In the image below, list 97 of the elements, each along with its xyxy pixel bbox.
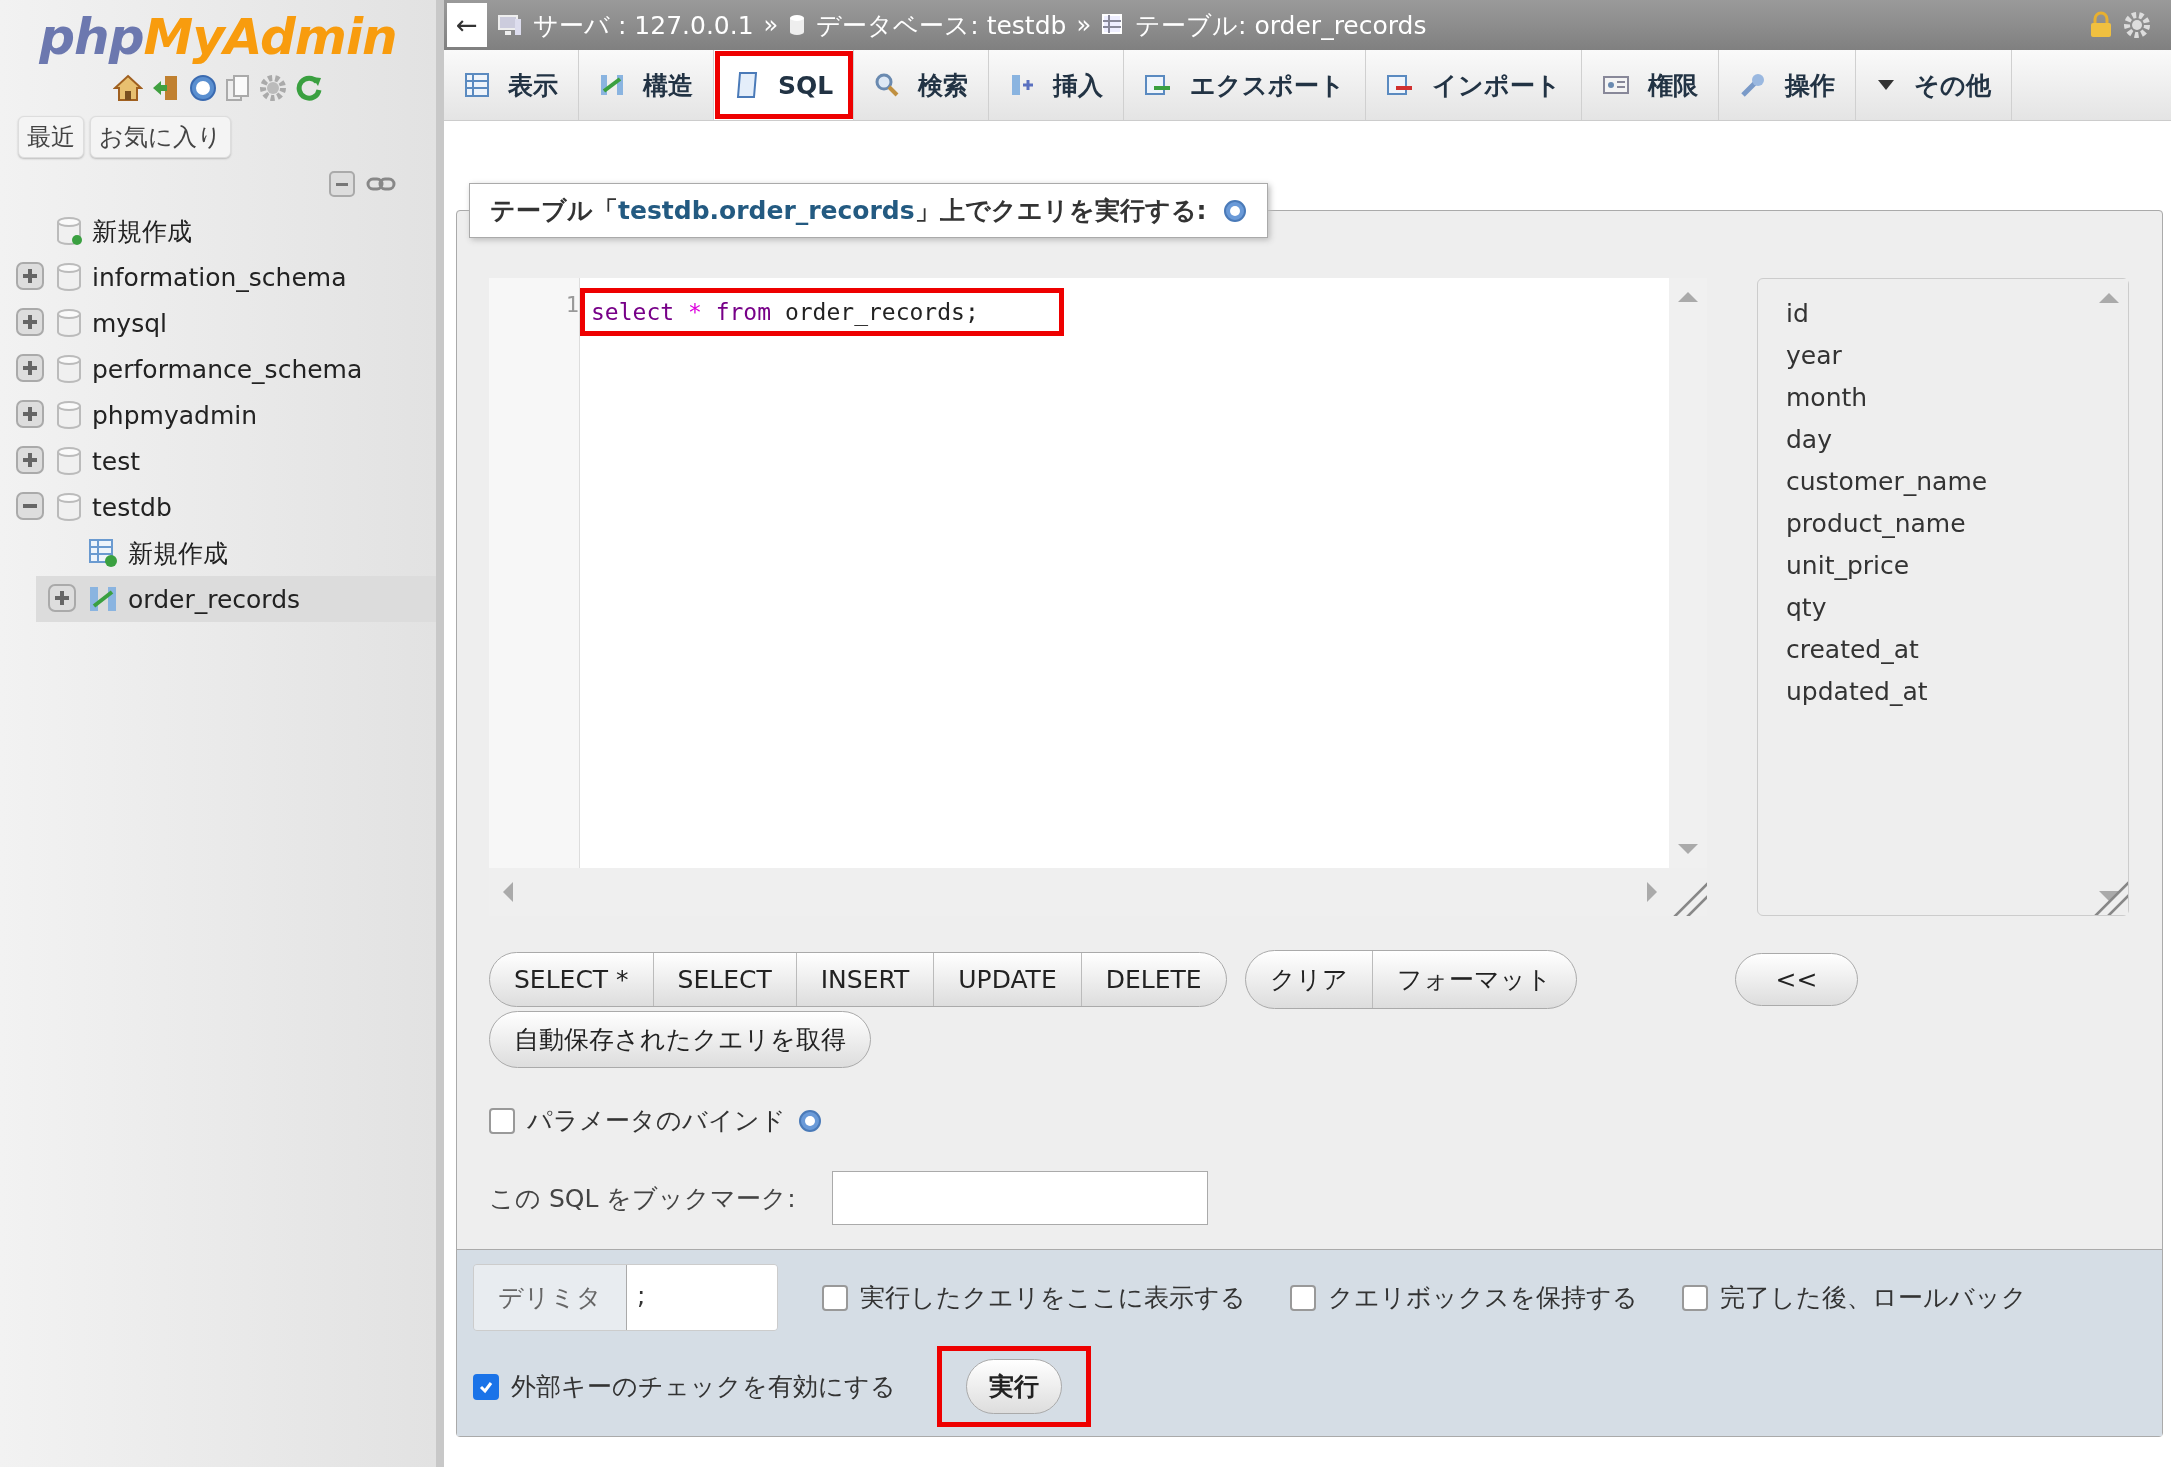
tree-item[interactable]: testdb	[92, 492, 172, 522]
go-button[interactable]: 実行	[966, 1359, 1062, 1414]
query-button[interactable]: SELECT *	[490, 953, 654, 1006]
expand-icon[interactable]	[48, 584, 78, 614]
query-button[interactable]: INSERT	[796, 953, 935, 1006]
tree-item[interactable]: mysql	[92, 308, 167, 338]
bookmark-input-field[interactable]	[831, 1171, 1208, 1225]
import-icon	[1386, 72, 1415, 98]
tab[interactable]: その他	[1856, 50, 2013, 120]
new-table-icon	[88, 538, 118, 568]
column-name[interactable]: day	[1786, 419, 2090, 461]
database-icon	[788, 13, 807, 37]
database-icon	[56, 446, 82, 476]
tab[interactable]: 挿入	[989, 50, 1125, 120]
column-name[interactable]: updated_at	[1786, 671, 2090, 713]
expand-icon[interactable]	[16, 262, 46, 292]
field-label: この SQL をブックマーク:	[489, 1182, 796, 1215]
settings-icon[interactable]	[259, 74, 287, 102]
collapse-icon[interactable]	[16, 492, 46, 522]
search-icon	[874, 72, 901, 98]
id-card-icon	[1602, 73, 1631, 97]
column-name[interactable]: year	[1786, 335, 2090, 377]
checkbox[interactable]	[473, 1373, 499, 1400]
tree-item[interactable]: performance_schema	[92, 354, 363, 384]
tree-item[interactable]: information_schema	[92, 262, 347, 292]
insert-row-icon	[1009, 72, 1036, 98]
checkbox-label: クエリボックスを保持する	[1328, 1282, 1638, 1314]
column-list[interactable]: id year month day customer_name product_name unit_price qty created_at updated_at	[1757, 278, 2129, 916]
sql-editor[interactable]: 1 select * from order_records;	[489, 278, 1707, 916]
collapse-all-icon[interactable]	[328, 170, 358, 198]
server-icon	[497, 13, 523, 37]
sidebar-tab[interactable]: 最近	[18, 116, 84, 158]
logo[interactable]: phpMyAdmin	[0, 0, 436, 66]
checkbox-label: パラメータのバインド	[527, 1105, 786, 1137]
database-icon	[56, 216, 82, 246]
tab[interactable]: SQL	[714, 50, 855, 120]
tab[interactable]: 権限	[1582, 50, 1720, 120]
checkbox[interactable]	[1290, 1284, 1316, 1311]
line-number: 1	[565, 292, 579, 317]
column-name[interactable]: qty	[1786, 587, 2090, 629]
table-structure-icon	[599, 72, 625, 98]
tab[interactable]: 操作	[1719, 50, 1857, 120]
column-name[interactable]: id	[1786, 293, 2090, 335]
tree-item[interactable]: phpmyadmin	[92, 400, 258, 430]
tree-item[interactable]: 新規作成	[92, 214, 192, 248]
breadcrumb-separator: »	[763, 11, 779, 39]
home-icon[interactable]	[113, 74, 143, 102]
tab[interactable]: 検索	[854, 50, 990, 120]
table-structure-icon	[88, 584, 118, 614]
panel-title: テーブル「testdb.order_records」上でクエリを実行する:	[490, 195, 1207, 227]
document-icon	[734, 71, 760, 99]
tab[interactable]: インポート	[1366, 50, 1583, 120]
checkbox[interactable]	[489, 1107, 515, 1134]
checkbox-label: 実行したクエリをここに表示する	[860, 1282, 1246, 1314]
query-button[interactable]: フォーマット	[1372, 951, 1576, 1008]
database-icon	[56, 354, 82, 384]
tree-item[interactable]: test	[92, 446, 140, 476]
database-icon	[56, 400, 82, 430]
expand-icon[interactable]	[16, 400, 46, 430]
database-icon	[56, 308, 82, 338]
documents-icon[interactable]	[225, 74, 251, 102]
link-icon[interactable]	[366, 175, 396, 193]
database-icon	[56, 492, 82, 522]
breadcrumb-separator: »	[1076, 11, 1092, 39]
column-name[interactable]: product_name	[1786, 503, 2090, 545]
expand-icon[interactable]	[16, 354, 46, 384]
help-icon[interactable]	[1222, 198, 1247, 223]
export-icon	[1144, 72, 1173, 98]
query-button[interactable]: UPDATE	[934, 953, 1082, 1006]
checkbox-label: 完了した後、ロールバック	[1720, 1282, 2027, 1314]
caret-icon	[1876, 78, 1897, 92]
autosave-query-button[interactable]: 自動保存されたクエリを取得	[489, 1011, 871, 1068]
help-icon[interactable]	[189, 74, 217, 102]
tree-item[interactable]: 新規作成	[128, 536, 228, 570]
lock-icon[interactable]	[2089, 11, 2113, 39]
help-icon[interactable]	[798, 1108, 822, 1133]
column-name[interactable]: unit_price	[1786, 545, 2090, 587]
column-name[interactable]: created_at	[1786, 629, 2090, 671]
tab[interactable]: 表示	[444, 50, 579, 120]
query-button[interactable]: SELECT	[653, 953, 797, 1006]
query-button[interactable]: DELETE	[1081, 953, 1226, 1006]
column-name[interactable]: month	[1786, 377, 2090, 419]
reload-icon[interactable]	[295, 74, 323, 102]
column-name[interactable]: customer_name	[1786, 461, 2090, 503]
insert-column-button[interactable]: <<	[1734, 953, 1859, 1006]
checkbox[interactable]	[1682, 1284, 1708, 1311]
expand-icon[interactable]	[16, 446, 46, 476]
database-icon	[56, 262, 82, 292]
checkbox[interactable]	[822, 1284, 848, 1311]
delimiter-label: デリミタ	[474, 1265, 626, 1330]
delimiter-input-field[interactable]: ;	[626, 1265, 777, 1330]
expand-icon[interactable]	[16, 308, 46, 338]
sidebar-tab[interactable]: お気に入り	[90, 116, 231, 158]
tab[interactable]: エクスポート	[1124, 50, 1367, 120]
table-icon	[464, 72, 490, 98]
checkbox-label: 外部キーのチェックを有効にする	[511, 1371, 896, 1403]
query-button[interactable]: クリア	[1245, 951, 1373, 1008]
